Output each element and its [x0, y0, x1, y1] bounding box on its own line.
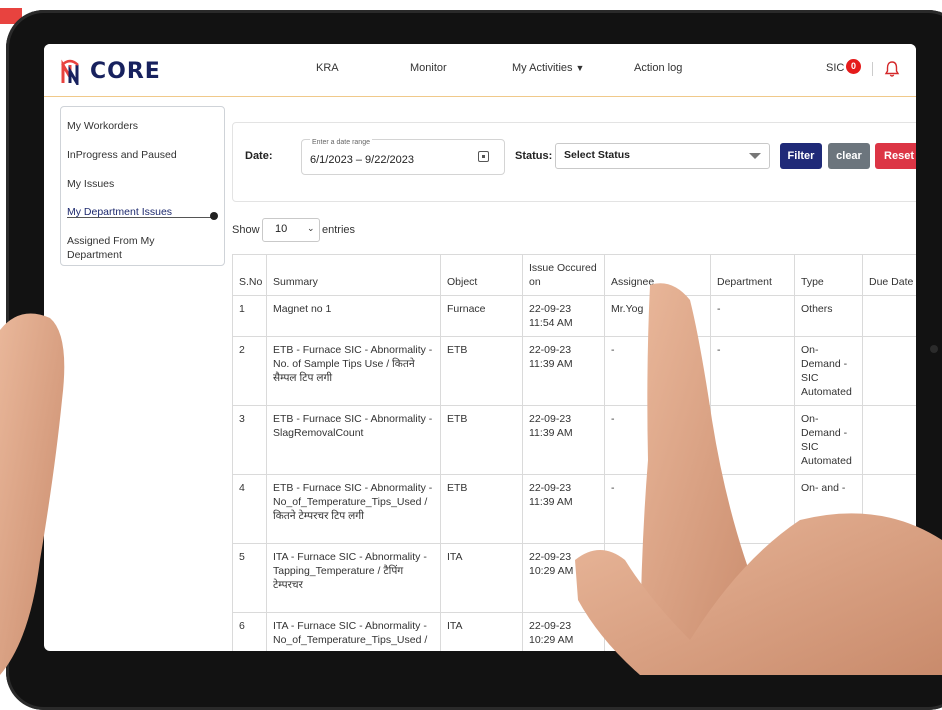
left-thumb: [0, 313, 65, 675]
right-hand-lower: [575, 513, 942, 675]
hands-overlay: [0, 283, 942, 675]
